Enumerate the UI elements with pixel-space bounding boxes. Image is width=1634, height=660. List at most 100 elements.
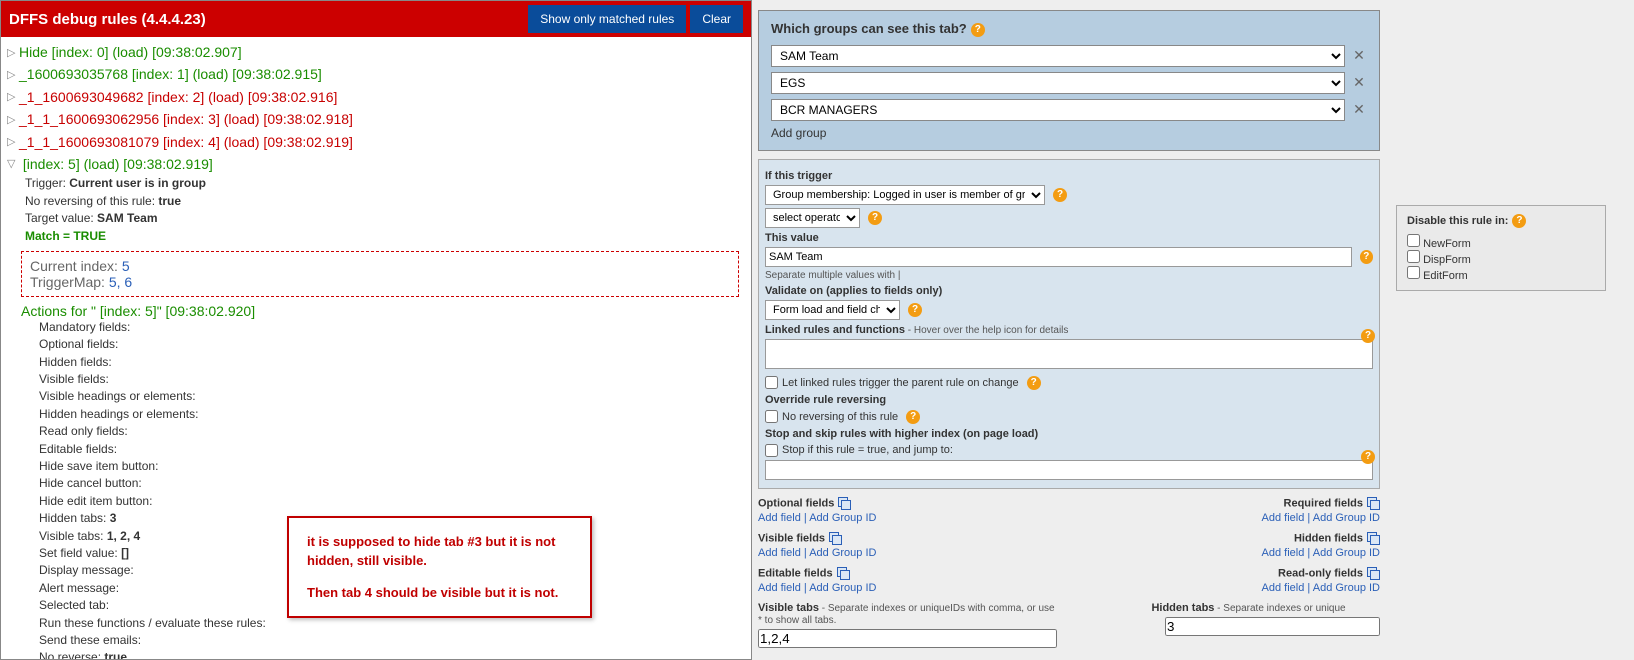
- field-sections: Optional fields Add field | Add Group ID…: [758, 497, 1380, 648]
- copy-icon[interactable]: [838, 497, 851, 510]
- rule-line[interactable]: ▷_1_1_1600693062956 [index: 3] (load) [0…: [7, 108, 745, 130]
- no-reversing-check[interactable]: No reversing of this rule?: [765, 410, 1373, 424]
- linked-trigger-check[interactable]: Let linked rules trigger the parent rule…: [765, 376, 1373, 390]
- debug-header: DFFS debug rules (4.4.4.23) Show only ma…: [1, 1, 751, 37]
- stop-jump-input[interactable]: [765, 460, 1373, 480]
- validate-on-heading: Validate on (applies to fields only): [765, 285, 1373, 297]
- add-field-link[interactable]: Add field: [758, 547, 801, 559]
- trigger-select[interactable]: Group membership: Logged in user is memb…: [765, 185, 1045, 205]
- help-icon[interactable]: ?: [1361, 450, 1375, 464]
- help-icon[interactable]: ?: [1360, 250, 1374, 264]
- required-fields-section: Required fields Add field | Add Group ID: [1081, 497, 1380, 524]
- help-icon[interactable]: ?: [1053, 188, 1067, 202]
- rule-line[interactable]: ▷_1_1600693049682 [index: 2] (load) [09:…: [7, 86, 745, 108]
- groups-heading: Which groups can see this tab??: [771, 21, 1367, 37]
- target-value: SAM Team: [97, 211, 157, 225]
- trigger-label: Trigger:: [25, 176, 69, 190]
- triggermap-value: 5, 6: [109, 274, 132, 290]
- config-panel: Which groups can see this tab?? SAM Team…: [752, 0, 1634, 660]
- target-label: Target value:: [25, 211, 97, 225]
- rule-line[interactable]: ▷_1_1_1600693081079 [index: 4] (load) [0…: [7, 131, 745, 153]
- action-row: Editable fields:: [39, 441, 745, 458]
- help-icon[interactable]: ?: [906, 410, 920, 424]
- triangle-right-icon[interactable]: ▷: [7, 89, 19, 107]
- add-group-link[interactable]: Add group: [771, 126, 1367, 140]
- visible-tabs-input[interactable]: [758, 629, 1057, 648]
- add-group-id-link[interactable]: Add Group ID: [1313, 547, 1380, 559]
- add-group-id-link[interactable]: Add Group ID: [809, 547, 876, 559]
- triangle-right-icon[interactable]: ▷: [7, 45, 19, 63]
- dispform-check[interactable]: DispForm: [1407, 250, 1595, 266]
- operator-select[interactable]: select operator...: [765, 208, 860, 228]
- copy-icon[interactable]: [829, 532, 842, 545]
- override-heading: Override rule reversing: [765, 394, 1373, 406]
- add-group-id-link[interactable]: Add Group ID: [809, 512, 876, 524]
- newform-check[interactable]: NewForm: [1407, 234, 1595, 250]
- add-group-id-link[interactable]: Add Group ID: [809, 582, 876, 594]
- help-icon[interactable]: ?: [908, 303, 922, 317]
- help-icon[interactable]: ?: [1512, 214, 1526, 228]
- readonly-fields-section: Read-only fields Add field | Add Group I…: [1081, 567, 1380, 594]
- copy-icon[interactable]: [1367, 497, 1380, 510]
- rule-line[interactable]: ▷_1600693035768 [index: 1] (load) [09:38…: [7, 63, 745, 85]
- disable-rule-heading: Disable this rule in:?: [1407, 214, 1595, 228]
- action-row: Optional fields:: [39, 336, 745, 353]
- rule-text: [index: 5] (load) [09:38:02.919]: [19, 156, 213, 172]
- value-input[interactable]: [765, 247, 1352, 267]
- rule-text: Hide [index: 0] (load) [09:38:02.907]: [19, 44, 242, 60]
- linked-rules-input[interactable]: [765, 339, 1373, 369]
- copy-icon[interactable]: [1367, 532, 1380, 545]
- add-group-id-link[interactable]: Add Group ID: [1313, 512, 1380, 524]
- validate-on-select[interactable]: Form load and field change: [765, 300, 900, 320]
- help-icon[interactable]: ?: [1361, 329, 1375, 343]
- add-field-link[interactable]: Add field: [758, 512, 801, 524]
- clear-button[interactable]: Clear: [690, 5, 743, 33]
- rule-line[interactable]: ▷Hide [index: 0] (load) [09:38:02.907]: [7, 41, 745, 63]
- group-select[interactable]: SAM Team: [771, 45, 1345, 67]
- group-select[interactable]: BCR MANAGERS: [771, 99, 1345, 121]
- help-icon[interactable]: ?: [1027, 376, 1041, 390]
- action-row: No reverse: true: [39, 649, 745, 659]
- rule-line[interactable]: ▽ [index: 5] (load) [09:38:02.919]: [7, 153, 745, 175]
- triangle-down-icon[interactable]: ▽: [7, 156, 19, 174]
- copy-icon[interactable]: [1367, 567, 1380, 580]
- action-row: Mandatory fields:: [39, 319, 745, 336]
- debug-body: ▷Hide [index: 0] (load) [09:38:02.907]▷_…: [1, 37, 751, 659]
- group-select-row: SAM Team ✕: [771, 45, 1367, 67]
- action-row: Read only fields:: [39, 423, 745, 440]
- add-group-id-link[interactable]: Add Group ID: [1313, 582, 1380, 594]
- add-field-link[interactable]: Add field: [1262, 512, 1305, 524]
- help-icon[interactable]: ?: [868, 211, 882, 225]
- annotation-line-2: Then tab 4 should be visible but it is n…: [307, 583, 572, 603]
- add-field-link[interactable]: Add field: [758, 582, 801, 594]
- action-row: Send these emails:: [39, 632, 745, 649]
- add-field-link[interactable]: Add field: [1262, 582, 1305, 594]
- action-row: Visible headings or elements:: [39, 388, 745, 405]
- group-select[interactable]: EGS: [771, 72, 1345, 94]
- stop-heading: Stop and skip rules with higher index (o…: [765, 428, 1373, 440]
- rule-detail: Trigger: Current user is in group No rev…: [25, 175, 745, 245]
- triangle-right-icon[interactable]: ▷: [7, 134, 19, 152]
- remove-group-icon[interactable]: ✕: [1351, 47, 1367, 64]
- disable-rule-box: Disable this rule in:? NewForm DispForm …: [1396, 205, 1606, 291]
- copy-icon[interactable]: [837, 567, 850, 580]
- hidden-fields-section: Hidden fields Add field | Add Group ID: [1081, 532, 1380, 559]
- actions-heading: Actions for " [index: 5]" [09:38:02.920]: [21, 303, 745, 319]
- rule-text: _1_1_1600693062956 [index: 3] (load) [09…: [19, 111, 353, 127]
- editform-check[interactable]: EditForm: [1407, 266, 1595, 282]
- remove-group-icon[interactable]: ✕: [1351, 101, 1367, 118]
- triangle-right-icon[interactable]: ▷: [7, 67, 19, 85]
- remove-group-icon[interactable]: ✕: [1351, 74, 1367, 91]
- hidden-tabs-input[interactable]: [1165, 617, 1380, 636]
- stop-check[interactable]: Stop if this rule = true, and jump to:: [765, 444, 1373, 457]
- triangle-right-icon[interactable]: ▷: [7, 112, 19, 130]
- action-row: Visible fields:: [39, 371, 745, 388]
- trigger-value: Current user is in group: [69, 176, 206, 190]
- noreverse-label: No reversing of this rule:: [25, 194, 158, 208]
- trigger-heading: If this trigger: [765, 170, 1373, 182]
- add-field-link[interactable]: Add field: [1262, 547, 1305, 559]
- show-matched-button[interactable]: Show only matched rules: [528, 5, 686, 33]
- action-row: Hide save item button:: [39, 458, 745, 475]
- help-icon[interactable]: ?: [971, 23, 985, 37]
- triggermap-label: TriggerMap:: [30, 274, 109, 290]
